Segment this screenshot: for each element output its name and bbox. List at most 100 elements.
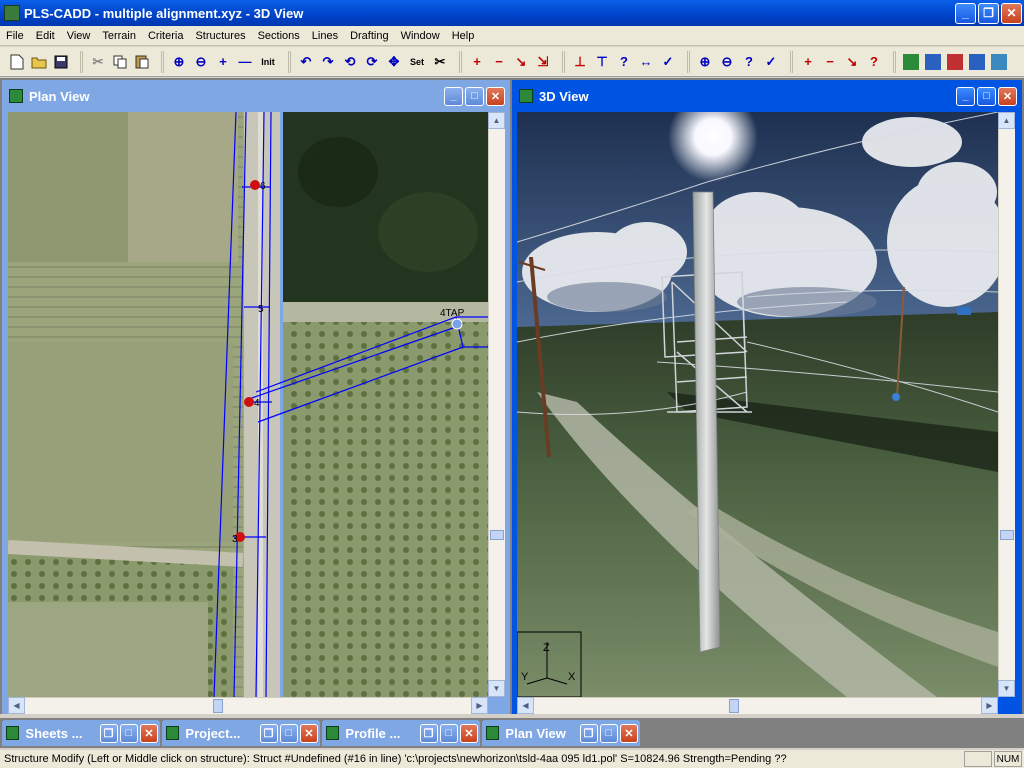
3d-view-title-bar[interactable]: 3D View _ □ ✕ <box>515 83 1019 109</box>
menu-window[interactable]: Window <box>395 30 446 42</box>
plan-view-title-bar[interactable]: Plan View _ □ ✕ <box>5 83 507 109</box>
3d-view-minimize-button[interactable]: _ <box>956 86 975 106</box>
plan-view-close-button[interactable]: ✕ <box>486 86 505 106</box>
zoom-minus-icon[interactable]: — <box>234 51 256 73</box>
scroll-down-arrow-icon[interactable]: ▼ <box>998 680 1015 697</box>
add-attach-icon[interactable]: + <box>797 51 819 73</box>
scroll-up-arrow-icon[interactable]: ▲ <box>998 112 1015 129</box>
profile-restore-button[interactable]: ❐ <box>419 723 438 743</box>
profile-close-button[interactable]: ✕ <box>459 723 478 743</box>
section-view-icon[interactable] <box>944 51 966 73</box>
plan-view-horizontal-scrollbar[interactable]: ◀ ▶ <box>8 697 488 714</box>
main-title-bar[interactable]: PLS-CADD - multiple alignment.xyz - 3D V… <box>0 0 1024 26</box>
scroll-thumb[interactable] <box>490 530 504 540</box>
menu-sections[interactable]: Sections <box>252 30 306 42</box>
structure-info-icon[interactable]: ? <box>613 51 635 73</box>
plan-view-tab-close-button[interactable]: ✕ <box>619 723 638 743</box>
project-maximize-button[interactable]: □ <box>279 723 298 743</box>
scroll-thumb[interactable] <box>729 699 739 713</box>
minimize-button[interactable]: _ <box>955 2 976 24</box>
open-folder-icon[interactable] <box>28 51 50 73</box>
scroll-thumb[interactable] <box>1000 530 1014 540</box>
plan-view-restore-button[interactable]: ❐ <box>579 723 598 743</box>
add-pi-icon[interactable]: + <box>466 51 488 73</box>
move-attach-icon[interactable]: ↘ <box>841 51 863 73</box>
paste-icon[interactable] <box>131 51 153 73</box>
scroll-thumb[interactable] <box>213 699 223 713</box>
move-pi-icon[interactable]: ↘ <box>510 51 532 73</box>
3d-view-maximize-button[interactable]: □ <box>977 86 996 106</box>
project-restore-button[interactable]: ❐ <box>259 723 278 743</box>
delete-structure-icon[interactable]: ⊤ <box>591 51 613 73</box>
edit-pi-icon[interactable]: ⇲ <box>532 51 554 73</box>
sag-info-icon[interactable]: ? <box>738 51 760 73</box>
minimized-plan-view-window[interactable]: Plan View ❐ □ ✕ <box>482 720 640 746</box>
new-file-icon[interactable] <box>6 51 28 73</box>
move-structure-icon[interactable]: ↔ <box>635 51 657 73</box>
sag-minus-icon[interactable]: ⊖ <box>716 51 738 73</box>
scroll-right-arrow-icon[interactable]: ▶ <box>981 697 998 714</box>
minimized-profile-window[interactable]: Profile ... ❐ □ ✕ <box>322 720 480 746</box>
3d-view-horizontal-scrollbar[interactable]: ◀ ▶ <box>517 697 998 714</box>
sheets-restore-button[interactable]: ❐ <box>99 723 118 743</box>
check-structure-icon[interactable]: ✓ <box>657 51 679 73</box>
menu-help[interactable]: Help <box>446 30 481 42</box>
delete-attach-icon[interactable]: − <box>819 51 841 73</box>
structure-view-icon[interactable] <box>966 51 988 73</box>
menu-view[interactable]: View <box>61 30 97 42</box>
menu-file[interactable]: File <box>0 30 30 42</box>
zoom-plus-icon[interactable]: + <box>212 51 234 73</box>
sheets-maximize-button[interactable]: □ <box>119 723 138 743</box>
rotate-left-icon[interactable]: ↶ <box>295 51 317 73</box>
plan-view-tab-maximize-button[interactable]: □ <box>599 723 618 743</box>
copy-icon[interactable] <box>109 51 131 73</box>
add-sag-icon[interactable]: ⊕ <box>694 51 716 73</box>
3d-view-canvas[interactable]: Z Y X <box>517 112 998 697</box>
scroll-up-arrow-icon[interactable]: ▲ <box>488 112 505 129</box>
close-button[interactable]: ✕ <box>1001 2 1022 24</box>
restore-button[interactable]: ❐ <box>978 2 999 24</box>
plan-view-icon[interactable] <box>900 51 922 73</box>
rotate-right-icon[interactable]: ↷ <box>317 51 339 73</box>
delete-pi-icon[interactable]: − <box>488 51 510 73</box>
scroll-left-arrow-icon[interactable]: ◀ <box>8 697 25 714</box>
init-view-button[interactable]: Init <box>256 51 280 73</box>
profile-view-icon[interactable] <box>922 51 944 73</box>
3d-view-close-button[interactable]: ✕ <box>998 86 1017 106</box>
3d-view-vertical-scrollbar[interactable]: ▲ ▼ <box>998 112 1015 697</box>
add-structure-icon[interactable]: ⊥ <box>569 51 591 73</box>
pan-icon[interactable]: ✥ <box>383 51 405 73</box>
plan-view-canvas[interactable]: 6 5 4 3 4TAP <box>8 112 488 697</box>
plan-view-window[interactable]: Plan View _ □ ✕ 6 5 4 3 4TAP ▲ ▼ ◀ ▶ <box>2 80 510 714</box>
sheets-view-icon[interactable] <box>988 51 1010 73</box>
rotate-up-icon[interactable]: ⟲ <box>339 51 361 73</box>
rotate-down-icon[interactable]: ⟳ <box>361 51 383 73</box>
menu-drafting[interactable]: Drafting <box>344 30 395 42</box>
menu-terrain[interactable]: Terrain <box>96 30 142 42</box>
attach-info-icon[interactable]: ? <box>863 51 885 73</box>
project-close-button[interactable]: ✕ <box>299 723 318 743</box>
save-icon[interactable] <box>50 51 72 73</box>
set-view-button[interactable]: Set <box>405 51 429 73</box>
scroll-right-arrow-icon[interactable]: ▶ <box>471 697 488 714</box>
plan-view-vertical-scrollbar[interactable]: ▲ ▼ <box>488 112 505 697</box>
3d-view-window[interactable]: 3D View _ □ ✕ Z Y X ▲ ▼ ◀ ▶ <box>512 80 1022 714</box>
zoom-in-icon[interactable]: ⊕ <box>168 51 190 73</box>
menu-edit[interactable]: Edit <box>30 30 61 42</box>
scroll-down-arrow-icon[interactable]: ▼ <box>488 680 505 697</box>
sheets-close-button[interactable]: ✕ <box>139 723 158 743</box>
scissors-icon[interactable]: ✂ <box>429 51 451 73</box>
plan-view-maximize-button[interactable]: □ <box>465 86 484 106</box>
zoom-out-icon[interactable]: ⊖ <box>190 51 212 73</box>
menu-criteria[interactable]: Criteria <box>142 30 189 42</box>
scroll-left-arrow-icon[interactable]: ◀ <box>517 697 534 714</box>
cut-icon[interactable]: ✂ <box>87 51 109 73</box>
plan-view-minimize-button[interactable]: _ <box>444 86 463 106</box>
minimized-windows-strip: Sheets ... ❐ □ ✕ Project... ❐ □ ✕ Profil… <box>0 718 1024 748</box>
minimized-project-window[interactable]: Project... ❐ □ ✕ <box>162 720 320 746</box>
profile-maximize-button[interactable]: □ <box>439 723 458 743</box>
menu-lines[interactable]: Lines <box>306 30 344 42</box>
menu-structures[interactable]: Structures <box>189 30 251 42</box>
sag-check-icon[interactable]: ✓ <box>760 51 782 73</box>
minimized-sheets-window[interactable]: Sheets ... ❐ □ ✕ <box>2 720 160 746</box>
